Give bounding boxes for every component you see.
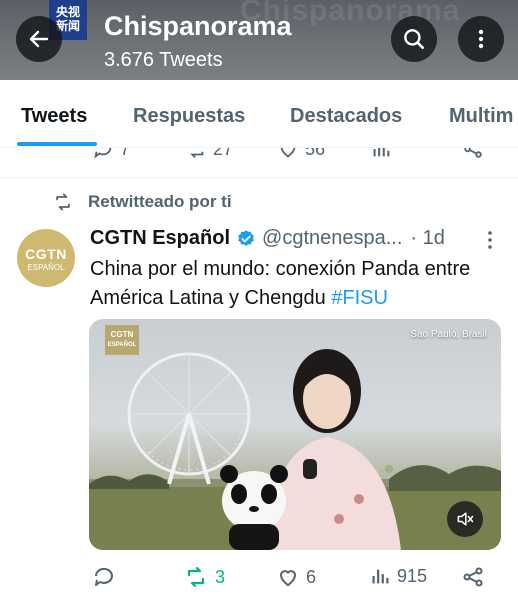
profile-header: Chispanorama 央视 新闻 Chispanorama 3.676 Tw… [0,0,518,80]
like-count: 6 [306,566,317,587]
arrow-left-icon [29,30,49,48]
views-button[interactable]: 915 [369,565,427,587]
more-options-button[interactable] [458,16,504,62]
share-button[interactable] [462,148,484,160]
reply-icon [94,567,113,586]
share-button[interactable] [461,565,485,589]
reply-button[interactable]: 7 [92,148,130,160]
hashtag-link[interactable]: #FISU [331,287,388,309]
video-scene-image [89,349,501,550]
reply-button[interactable] [92,565,116,589]
tab-destacados[interactable]: Destacados [290,105,402,128]
tweet-text: China por el mundo: conexión Panda entre… [90,255,500,313]
profile-tabs: Tweets Respuestas Destacados Multim [0,80,518,148]
avatar[interactable]: CGTN ESPAÑOL [17,229,75,287]
analytics-icon [373,148,390,157]
share-icon [464,148,482,158]
like-count: 56 [305,148,326,159]
retweet-notice-text: Retwitteado por ti [88,192,232,211]
cgtn-video-logo: CGTN ESPAÑOL [105,325,139,355]
reply-count: 7 [120,148,131,159]
tweet-video[interactable]: CGTN ESPAÑOL Sao Paulo, Brasil [89,319,501,550]
heart-icon [279,570,297,587]
retweet-icon [56,193,70,211]
tweet-more-button[interactable] [486,230,494,255]
like-button[interactable]: 6 [276,565,316,589]
author-name[interactable]: CGTN Español [90,227,230,250]
more-vertical-icon [488,231,492,249]
retweet-count: 27 [213,148,234,159]
avatar-subtext: ESPAÑOL [27,263,65,272]
tab-tweets[interactable]: Tweets [21,105,87,128]
previous-tweet-actions: 7 27 56 [0,148,518,178]
active-tab-indicator [17,142,97,146]
tab-multimedia[interactable]: Multim [449,105,513,128]
cgtn-video-logo-bottom: ESPAÑOL [107,342,137,348]
views-button[interactable] [370,148,392,160]
tweet-body: China por el mundo: conexión Panda entre… [90,258,471,309]
search-button[interactable] [391,16,437,62]
back-button[interactable] [16,16,62,62]
tab-respuestas[interactable]: Respuestas [133,105,245,128]
retweet-notice: Retwitteado por ti [52,192,232,212]
retweet-count: 3 [215,566,226,587]
cgtn-video-logo-top: CGTN [110,330,134,339]
avatar-text: CGTN [25,246,67,262]
retweet-icon [190,151,204,158]
volume-muted-icon [457,512,474,526]
retweet-button[interactable]: 27 [185,148,233,160]
verified-badge-icon [238,229,254,246]
analytics-icon [372,569,389,584]
retweet-button[interactable]: 3 [183,565,225,589]
retweet-icon [187,566,205,588]
author-handle[interactable]: @cgtnenespa... [262,227,402,250]
tweet-actions: 3 6 915 [0,565,518,595]
tweet-time[interactable]: · 1d [410,227,444,250]
view-count: 915 [397,565,428,586]
tweet-author-line: CGTN Español @cgtnenespa... · 1d [90,227,510,250]
more-vertical-icon [478,29,484,49]
heart-icon [280,148,296,158]
share-icon [463,567,483,587]
like-button[interactable]: 56 [277,148,325,160]
profile-name: Chispanorama [104,11,292,41]
search-icon [404,29,424,49]
video-location-label: Sao Paulo, Brasil [410,329,487,340]
mute-button[interactable] [447,501,483,537]
reply-icon [94,148,112,159]
cctv-logo-top: 央视 [55,5,80,19]
tweet-count: 3.676 Tweets [104,49,223,71]
